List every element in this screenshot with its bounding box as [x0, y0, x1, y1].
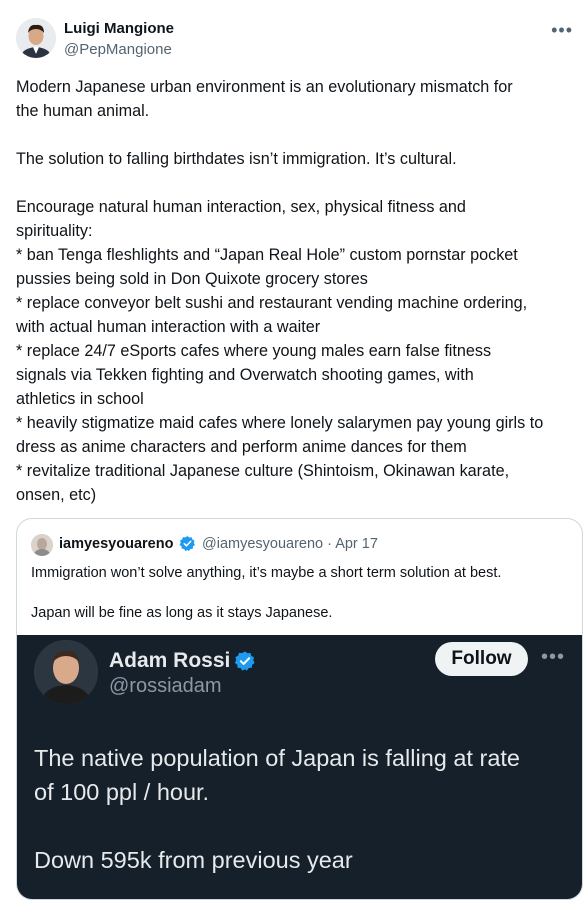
tweet-text: Modern Japanese urban environment is an …: [16, 75, 582, 507]
media-line: of 100 ppl / hour.: [34, 779, 210, 805]
tweet-line: * replace conveyor belt sushi and restau…: [16, 294, 528, 312]
tweet-line: with actual human interaction with a wai…: [16, 318, 321, 336]
quote-handle-date[interactable]: @iamyesyouareno · Apr 17: [202, 536, 378, 552]
more-horizontal-icon[interactable]: •••: [551, 20, 573, 41]
tweet-line: onsen, etc): [16, 486, 97, 504]
media-avatar: [34, 640, 98, 704]
author-name[interactable]: Luigi Mangione: [64, 20, 174, 37]
tweet-line: * replace 24/7 eSports cafes where young…: [16, 342, 492, 360]
quote-text: Immigration won’t solve anything, it’s m…: [31, 563, 501, 623]
tweet-line: athletics in school: [16, 390, 144, 408]
media-author-handle: @rossiadam: [109, 675, 222, 697]
tweet-line: signals via Tekken fighting and Overwatc…: [16, 366, 474, 384]
quote-author-name[interactable]: iamyesyouareno: [59, 536, 173, 552]
tweet-line: dress as anime characters and perform an…: [16, 438, 467, 456]
media-tweet-text: The native population of Japan is fallin…: [34, 741, 574, 877]
tweet-line: spirituality:: [16, 222, 93, 240]
tweet-line: the human animal.: [16, 102, 150, 120]
author-handle[interactable]: @PepMangione: [64, 41, 172, 58]
tweet-line: Modern Japanese urban environment is an …: [16, 78, 513, 96]
tweet-line: The solution to falling birthdates isn’t…: [16, 150, 457, 168]
tweet-line: * ban Tenga fleshlights and “Japan Real …: [16, 246, 518, 264]
verified-badge-icon: [179, 535, 196, 552]
quoted-tweet[interactable]: iamyesyouareno @iamyesyouareno · Apr 17 …: [16, 518, 583, 900]
author-avatar[interactable]: [16, 18, 56, 58]
more-horizontal-icon: •••: [541, 646, 566, 668]
tweet-line: pussies being sold in Don Quixote grocer…: [16, 270, 368, 288]
quote-media-image[interactable]: Adam Rossi @rossiadam Follow ••• The nat…: [17, 635, 582, 899]
tweet-line: * revitalize traditional Japanese cultur…: [16, 462, 510, 480]
media-line: Down 595k from previous year: [34, 847, 353, 873]
quote-line: Immigration won’t solve anything, it’s m…: [31, 565, 502, 581]
tweet-line: Encourage natural human interaction, sex…: [16, 198, 466, 216]
media-author-name: Adam Rossi: [109, 649, 231, 672]
quote-avatar[interactable]: [31, 534, 53, 556]
tweet-line: * heavily stigmatize maid cafes where lo…: [16, 414, 544, 432]
quote-line: Japan will be fine as long as it stays J…: [31, 605, 333, 621]
follow-button: Follow: [435, 642, 528, 676]
media-line: The native population of Japan is fallin…: [34, 745, 520, 771]
verified-badge-icon: [234, 650, 256, 672]
